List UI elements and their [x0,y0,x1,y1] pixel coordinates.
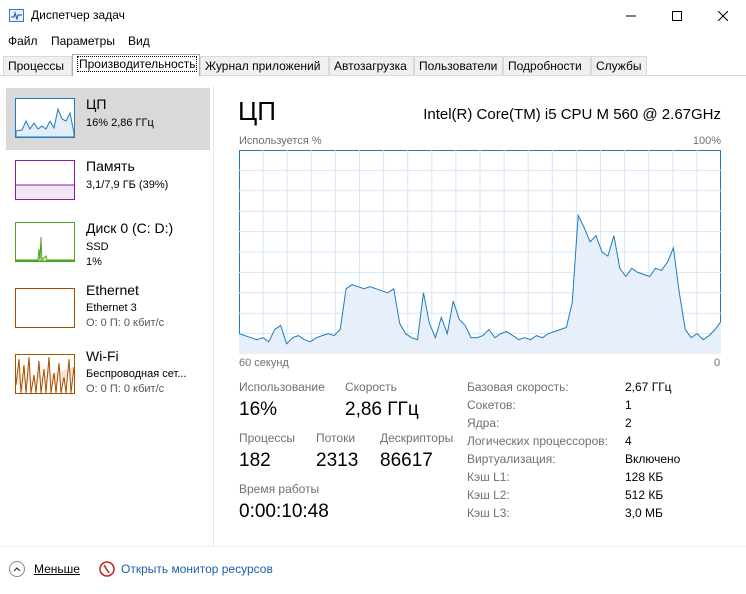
disk-thumbnail [15,222,75,262]
logical-processors-value: 4 [625,434,632,448]
tab-label: Производительность [77,56,198,72]
minimize-button[interactable] [608,0,654,31]
fewer-details-button[interactable] [9,561,25,577]
bottom-bar: Меньше Открыть монитор ресурсов [0,546,746,594]
sockets-label: Сокетов: [467,398,516,412]
menu-file[interactable]: Файл [8,34,38,48]
cpu-model-name: Intel(R) Core(TM) i5 CPU M 560 @ 2.67GHz [423,106,721,123]
virtualization-value: Включено [625,452,681,466]
sidebar-item-ethernet[interactable]: Ethernet Ethernet 3 О: 0 П: 0 кбит/с [6,278,210,340]
graph-time-label: 60 секунд [239,357,289,369]
menu-options[interactable]: Параметры [51,34,115,48]
maximize-icon [672,10,682,21]
tab-label: Службы [596,59,642,73]
tab-details[interactable]: Подробности [503,56,591,75]
l1-cache-value: 128 КБ [625,470,664,484]
cpu-thumbnail [15,98,75,138]
task-manager-icon [9,9,24,22]
threads-label: Потоки [316,431,356,445]
tab-strip: Процессы Производительность Журнал прило… [0,54,746,76]
resource-sidebar: ЦП 16% 2,86 ГГц Память 3,1/7,9 ГБ (39%) … [0,86,212,546]
sidebar-item-cpu[interactable]: ЦП 16% 2,86 ГГц [6,88,210,150]
cores-value: 2 [625,416,632,430]
sidebar-disk-type: SSD [86,241,109,253]
l3-cache-label: Кэш L3: [467,506,510,520]
sidebar-cpu-name: ЦП [86,96,107,112]
wifi-mini-graph [16,356,74,393]
wifi-thumbnail [15,354,75,394]
open-resource-monitor-link[interactable]: Открыть монитор ресурсов [121,562,273,576]
handles-value: 86617 [380,450,433,471]
uptime-value: 0:00:10:48 [239,501,329,522]
sidebar-divider [213,86,214,546]
tab-app-history[interactable]: Журнал приложений [200,56,329,75]
window-title: Диспетчер задач [31,8,125,22]
close-button[interactable] [700,0,746,31]
resource-monitor-icon [99,561,115,577]
cpu-mini-graph [16,107,74,137]
l2-cache-label: Кэш L2: [467,488,510,502]
title-bar: Диспетчер задач [0,0,746,31]
close-icon [718,10,728,21]
tab-label: Процессы [8,59,65,73]
handles-label: Дескрипторы [380,431,454,445]
tab-label: Пользователи [419,59,498,73]
threads-value: 2313 [316,450,359,471]
tab-startup[interactable]: Автозагрузка [329,56,414,75]
processes-value: 182 [239,450,271,471]
sidebar-wifi-adapter: Беспроводная сет... [86,368,187,380]
virtualization-label: Виртуализация: [467,452,556,466]
sidebar-ethernet-adapter: Ethernet 3 [86,302,137,314]
sidebar-cpu-usage: 16% 2,86 ГГц [86,117,154,129]
tab-services[interactable]: Службы [591,56,647,75]
speed-label: Скорость [345,380,397,394]
page-title: ЦП [238,96,276,126]
tab-label: Подробности [508,59,582,73]
cpu-usage-graph [239,150,721,354]
usage-label: Использование [239,380,325,394]
chevron-up-icon [13,567,21,572]
usage-value: 16% [239,399,278,420]
l3-cache-value: 3,0 МБ [625,506,663,520]
disk-mini-graph [16,236,74,261]
tab-performance[interactable]: Производительность [72,54,200,76]
graph-max-label: 100% [692,135,721,147]
base-speed-label: Базовая скорость: [467,380,569,394]
sidebar-item-memory[interactable]: Память 3,1/7,9 ГБ (39%) [6,150,210,212]
memory-mini-graph [16,184,74,199]
base-speed-value: 2,67 ГГц [625,380,672,394]
sidebar-disk-usage: 1% [86,256,102,268]
uptime-label: Время работы [239,482,320,496]
sidebar-wifi-name: Wi-Fi [86,348,119,364]
cores-label: Ядра: [467,416,500,430]
maximize-button[interactable] [654,0,700,31]
sockets-value: 1 [625,398,632,412]
sidebar-item-disk[interactable]: Диск 0 (C: D:) SSD 1% [6,212,210,274]
tab-label: Автозагрузка [334,59,407,73]
l2-cache-value: 512 КБ [625,488,664,502]
graph-min-label: 0 [714,357,721,369]
graph-axis-label: Используется % [239,135,322,147]
sidebar-item-wifi[interactable]: Wi-Fi Беспроводная сет... О: 0 П: 0 кбит… [6,344,210,406]
sidebar-disk-name: Диск 0 (C: D:) [86,220,174,236]
menu-view[interactable]: Вид [128,34,150,48]
memory-thumbnail [15,160,75,200]
speed-value: 2,86 ГГц [345,399,419,420]
logical-processors-label: Логических процессоров: [467,434,608,448]
ethernet-thumbnail [15,288,75,328]
tab-label: Журнал приложений [205,59,321,73]
fewer-details-label[interactable]: Меньше [34,562,80,576]
sidebar-ethernet-throughput: О: 0 П: 0 кбит/с [86,317,165,329]
tab-processes[interactable]: Процессы [3,56,72,75]
minimize-icon [626,15,636,16]
l1-cache-label: Кэш L1: [467,470,510,484]
processes-label: Процессы [239,431,296,445]
sidebar-memory-usage: 3,1/7,9 ГБ (39%) [86,179,169,191]
tab-users[interactable]: Пользователи [414,56,503,75]
sidebar-wifi-throughput: О: 0 П: 0 кбит/с [86,383,165,395]
sidebar-ethernet-name: Ethernet [86,282,139,298]
menu-bar: Файл Параметры Вид [0,31,746,51]
sidebar-memory-name: Память [86,158,135,174]
